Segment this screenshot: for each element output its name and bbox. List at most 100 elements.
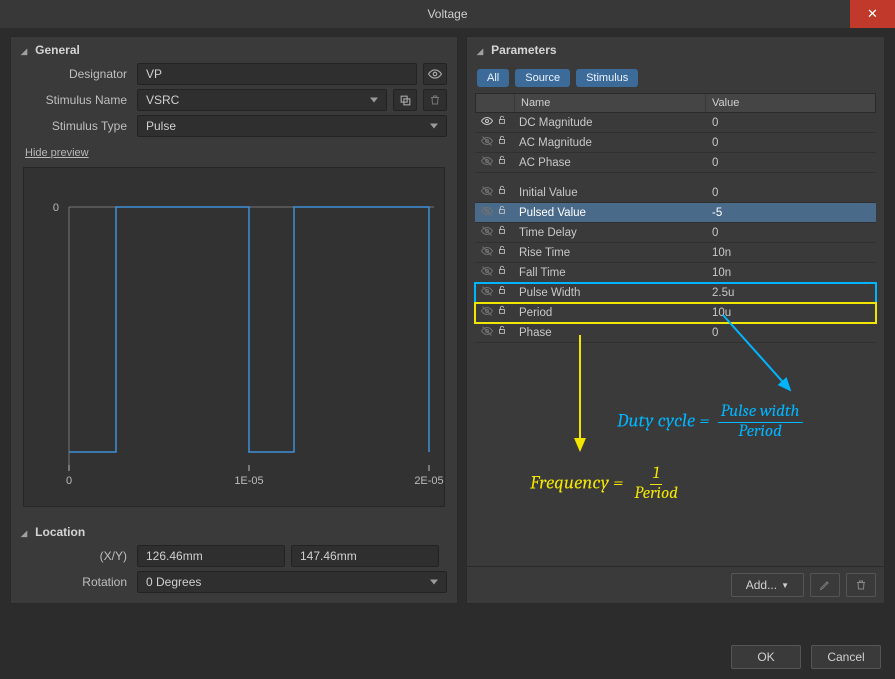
- xy-label: (X/Y): [21, 549, 131, 563]
- stimulus-name-label: Stimulus Name: [21, 93, 131, 107]
- stimulus-name-select[interactable]: VSRC: [137, 89, 387, 111]
- param-name: DC Magnitude: [513, 113, 706, 133]
- param-value[interactable]: -5: [706, 203, 876, 223]
- lock-icon[interactable]: [497, 155, 507, 170]
- ok-button[interactable]: OK: [731, 645, 801, 669]
- param-grid-header: Name Value: [475, 93, 876, 113]
- lock-icon[interactable]: [497, 325, 507, 340]
- stimulus-type-select[interactable]: Pulse: [137, 115, 447, 137]
- eye-icon[interactable]: [481, 155, 493, 170]
- y-input[interactable]: 147.46mm: [291, 545, 439, 567]
- param-row[interactable]: AC Magnitude0: [475, 133, 876, 153]
- titlebar: Voltage ✕: [0, 0, 895, 28]
- visibility-toggle[interactable]: [423, 63, 447, 85]
- copy-stimulus-button[interactable]: [393, 89, 417, 111]
- x-input[interactable]: 126.46mm: [137, 545, 285, 567]
- param-row[interactable]: AC Phase0: [475, 153, 876, 173]
- chip-all[interactable]: All: [477, 69, 509, 87]
- chip-stimulus[interactable]: Stimulus: [576, 69, 638, 87]
- eye-icon[interactable]: [481, 305, 493, 320]
- lock-icon[interactable]: [497, 115, 507, 130]
- eye-icon[interactable]: [481, 135, 493, 150]
- col-value[interactable]: Value: [705, 94, 875, 112]
- annotation-duty-cycle: Duty cycle = Pulse width Period: [617, 403, 803, 441]
- lock-icon[interactable]: [497, 225, 507, 240]
- eye-icon[interactable]: [481, 285, 493, 300]
- lock-icon[interactable]: [497, 185, 507, 200]
- close-button[interactable]: ✕: [850, 0, 895, 28]
- x-tick-1: 1E-05: [234, 475, 263, 487]
- eye-icon[interactable]: [481, 115, 493, 130]
- pencil-icon: [819, 579, 831, 591]
- param-row[interactable]: Pulsed Value-5: [475, 203, 876, 223]
- param-value[interactable]: 0: [706, 133, 876, 153]
- pulse-waveform: [69, 207, 429, 452]
- copy-icon: [399, 94, 412, 107]
- param-name: Pulse Width: [513, 283, 706, 303]
- param-name: AC Magnitude: [513, 133, 706, 153]
- param-name: Time Delay: [513, 223, 706, 243]
- param-row[interactable]: Initial Value0: [475, 183, 876, 203]
- annotation-frequency: Frequency = 1 Period: [530, 465, 681, 503]
- param-row[interactable]: Rise Time10n: [475, 243, 876, 263]
- rotation-select[interactable]: 0 Degrees: [137, 571, 447, 593]
- eye-icon: [428, 67, 442, 81]
- eye-icon[interactable]: [481, 185, 493, 200]
- x-tick-0: 0: [66, 475, 72, 487]
- param-value[interactable]: 0: [706, 113, 876, 133]
- section-parameters-header[interactable]: Parameters: [467, 37, 884, 61]
- section-location-header[interactable]: Location: [11, 519, 457, 543]
- eye-icon[interactable]: [481, 325, 493, 340]
- panel-general: General Designator VP Stimulus Name VSRC…: [10, 36, 458, 604]
- stimulus-name-value: VSRC: [146, 93, 179, 107]
- hide-preview-link[interactable]: Hide preview: [11, 139, 457, 161]
- designator-label: Designator: [21, 67, 131, 81]
- chevron-down-icon: ▼: [781, 581, 789, 590]
- lock-icon[interactable]: [497, 285, 507, 300]
- param-value[interactable]: 2.5u: [706, 283, 876, 303]
- param-row[interactable]: Pulse Width2.5u: [475, 283, 876, 303]
- param-value[interactable]: 10n: [706, 263, 876, 283]
- chip-source[interactable]: Source: [515, 69, 570, 87]
- lock-icon[interactable]: [497, 265, 507, 280]
- section-location-label: Location: [35, 525, 85, 539]
- param-name: Initial Value: [513, 183, 706, 203]
- param-value[interactable]: 10n: [706, 243, 876, 263]
- designator-input[interactable]: VP: [137, 63, 417, 85]
- section-general-header[interactable]: General: [11, 37, 457, 61]
- arrow-freq: [568, 330, 608, 460]
- edit-button[interactable]: [810, 573, 840, 597]
- collapse-icon: [21, 525, 31, 539]
- designator-value: VP: [146, 67, 162, 81]
- param-value[interactable]: 0: [706, 153, 876, 173]
- param-name: AC Phase: [513, 153, 706, 173]
- param-row[interactable]: Fall Time10n: [475, 263, 876, 283]
- delete-button[interactable]: [846, 573, 876, 597]
- param-value[interactable]: 0: [706, 183, 876, 203]
- param-row[interactable]: DC Magnitude0: [475, 113, 876, 133]
- param-row[interactable]: Time Delay0: [475, 223, 876, 243]
- delete-stimulus-button[interactable]: [423, 89, 447, 111]
- col-name[interactable]: Name: [514, 94, 705, 112]
- eye-icon[interactable]: [481, 265, 493, 280]
- lock-icon[interactable]: [497, 245, 507, 260]
- param-grid: DC Magnitude0AC Magnitude0AC Phase0Initi…: [475, 113, 876, 343]
- param-name: Fall Time: [513, 263, 706, 283]
- param-name: Phase: [513, 323, 706, 343]
- eye-icon[interactable]: [481, 225, 493, 240]
- lock-icon[interactable]: [497, 305, 507, 320]
- eye-icon[interactable]: [481, 245, 493, 260]
- add-button[interactable]: Add... ▼: [731, 573, 804, 597]
- cancel-button[interactable]: Cancel: [811, 645, 881, 669]
- collapse-icon: [21, 43, 31, 57]
- window-title: Voltage: [427, 7, 467, 21]
- lock-icon[interactable]: [497, 135, 507, 150]
- x-tick-2: 2E-05: [414, 475, 443, 487]
- param-value[interactable]: 0: [706, 223, 876, 243]
- trash-icon: [855, 579, 867, 591]
- collapse-icon: [477, 43, 487, 57]
- param-name: Pulsed Value: [513, 203, 706, 223]
- lock-icon[interactable]: [497, 205, 507, 220]
- stimulus-type-value: Pulse: [146, 119, 176, 133]
- eye-icon[interactable]: [481, 205, 493, 220]
